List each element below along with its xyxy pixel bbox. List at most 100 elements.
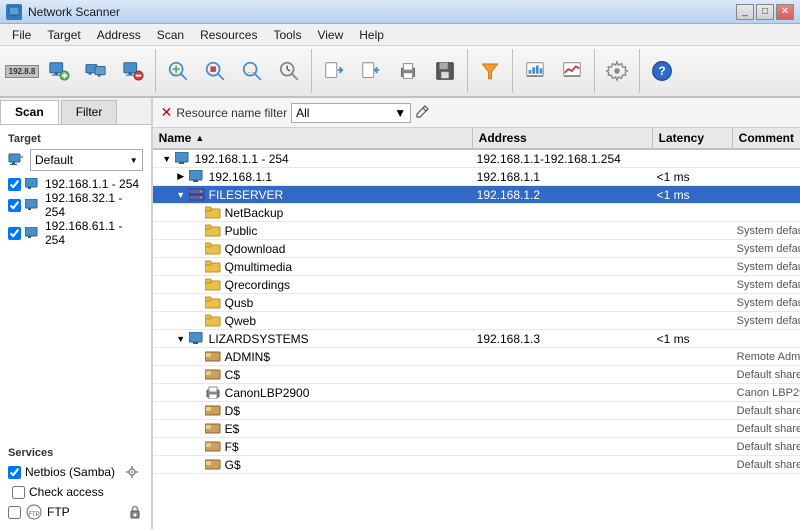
table-row[interactable]: D$ Default share — [153, 402, 800, 420]
ftp-checkbox[interactable] — [8, 506, 21, 519]
left-content: Target Default ▼ — [0, 125, 151, 529]
chart2-button[interactable] — [554, 52, 590, 90]
add-network-button[interactable] — [41, 52, 77, 90]
scan-schedule-button[interactable] — [271, 52, 307, 90]
svg-text:…: … — [247, 66, 254, 75]
tab-bar: Scan Filter — [0, 98, 151, 125]
menu-scan[interactable]: Scan — [149, 26, 192, 44]
table-row[interactable]: Qrecordings System default share — [153, 276, 800, 294]
table-row[interactable]: ▶ 192.168.1.1 192.168.1.1 <1 ms — [153, 168, 800, 186]
minimize-button[interactable]: _ — [736, 4, 754, 20]
table-row[interactable]: ▼ LIZARDSYSTEMS 192.168.1.3 <1 ms — [153, 330, 800, 348]
tree-table[interactable]: Name ▲ Address Latency Comment ▼ — [153, 128, 800, 529]
expand-icon[interactable]: ▼ — [175, 333, 187, 345]
row-comment-cell: System default share — [733, 312, 800, 329]
check-access-checkbox[interactable] — [12, 486, 25, 499]
row-name-cell: F$ — [153, 438, 473, 455]
chart1-button[interactable] — [517, 52, 553, 90]
tab-filter[interactable]: Filter — [61, 100, 118, 124]
th-name[interactable]: Name ▲ — [153, 128, 473, 148]
tab-scan[interactable]: Scan — [0, 100, 59, 124]
table-row[interactable]: E$ Default share — [153, 420, 800, 438]
help-button[interactable]: ? — [644, 52, 680, 90]
export-button[interactable] — [316, 52, 352, 90]
spacer — [8, 255, 143, 431]
toolbar-group-filter — [472, 49, 513, 93]
menu-tools[interactable]: Tools — [265, 26, 309, 44]
expand-icon[interactable]: ▶ — [175, 171, 187, 183]
table-row[interactable]: Qweb System default share — [153, 312, 800, 330]
expand-icon[interactable]: ▼ — [161, 153, 173, 165]
remove-network-button[interactable] — [115, 52, 151, 90]
range-item-2[interactable]: 192.168.61.1 - 254 — [8, 219, 143, 247]
th-address[interactable]: Address — [473, 128, 653, 148]
table-row[interactable]: NetBackup — [153, 204, 800, 222]
menu-help[interactable]: Help — [351, 26, 392, 44]
close-button[interactable]: ✕ — [776, 4, 794, 20]
table-row[interactable]: Qmultimedia System default share — [153, 258, 800, 276]
row-name-cell: Qusb — [153, 294, 473, 311]
window-controls[interactable]: _ □ ✕ — [736, 4, 794, 20]
filter-button[interactable] — [472, 52, 508, 90]
settings-button[interactable] — [599, 52, 635, 90]
netbios-settings-icon[interactable] — [123, 463, 141, 481]
expand-icon[interactable]: ▼ — [175, 189, 187, 201]
target-dropdown[interactable]: Default ▼ — [30, 149, 143, 171]
menu-resources[interactable]: Resources — [192, 26, 265, 44]
row-icon-share — [205, 422, 221, 436]
table-row[interactable]: F$ Default share — [153, 438, 800, 456]
scan-stop-button[interactable] — [197, 52, 233, 90]
menu-address[interactable]: Address — [89, 26, 149, 44]
range-checkbox-2[interactable] — [8, 227, 21, 240]
ip-address-button[interactable]: 192.8.8 — [4, 52, 40, 90]
row-comment-cell — [733, 168, 800, 185]
scan-options-button[interactable]: … — [234, 52, 270, 90]
print-button[interactable] — [390, 52, 426, 90]
table-row[interactable]: ADMIN$ Remote Admin — [153, 348, 800, 366]
row-name-cell: CanonLBP2900 — [153, 384, 473, 401]
settings-icon — [605, 59, 629, 83]
table-row[interactable]: ▼ FILESERVER 192.168.1.2 <1 ms — [153, 186, 800, 204]
table-row[interactable]: Qdownload System default share — [153, 240, 800, 258]
table-row[interactable]: C$ Default share — [153, 366, 800, 384]
th-latency[interactable]: Latency — [653, 128, 733, 148]
table-row[interactable]: ▼ 192.168.1.1 - 254 192.168.1.1-192.168.… — [153, 150, 800, 168]
range-item-0[interactable]: 192.168.1.1 - 254 — [8, 177, 143, 191]
range-item-1[interactable]: 192.168.32.1 - 254 — [8, 191, 143, 219]
menu-target[interactable]: Target — [39, 26, 88, 44]
monitors-button[interactable] — [78, 52, 114, 90]
menu-view[interactable]: View — [309, 26, 351, 44]
table-row[interactable]: Qusb System default share — [153, 294, 800, 312]
toolbar-group-network: 192.8.8 — [4, 49, 156, 93]
table-row[interactable]: CanonLBP2900 Canon LBP2900 — [153, 384, 800, 402]
range-checkbox-0[interactable] — [8, 178, 21, 191]
toolbar: 192.8.8 — [0, 46, 800, 98]
row-latency-cell: <1 ms — [653, 330, 733, 347]
row-name-cell: Qdownload — [153, 240, 473, 257]
save-button[interactable] — [427, 52, 463, 90]
maximize-button[interactable]: □ — [756, 4, 774, 20]
table-row[interactable]: G$ Default share — [153, 456, 800, 474]
row-comment-cell: Default share — [733, 438, 800, 455]
range-icon-2 — [25, 226, 41, 240]
monitors-icon — [84, 59, 108, 83]
th-comment[interactable]: Comment — [733, 128, 800, 148]
scan-start-button[interactable] — [160, 52, 196, 90]
table-row[interactable]: Public System default share — [153, 222, 800, 240]
row-name-cell: C$ — [153, 366, 473, 383]
toolbar-group-settings — [599, 49, 640, 93]
filter-dropdown[interactable]: All ▼ — [291, 103, 411, 123]
row-icon-folder — [205, 260, 221, 274]
range-checkbox-1[interactable] — [8, 199, 21, 212]
import-button[interactable] — [353, 52, 389, 90]
row-comment-cell: Remote Admin — [733, 348, 800, 365]
row-latency-cell — [653, 150, 733, 167]
row-comment-cell: Default share — [733, 402, 800, 419]
menu-file[interactable]: File — [4, 26, 39, 44]
row-latency-cell — [653, 204, 733, 221]
netbios-checkbox[interactable] — [8, 466, 21, 479]
row-comment-cell: Default share — [733, 456, 800, 473]
filter-clear-button[interactable]: ✕ — [161, 104, 173, 121]
row-icon-printer — [205, 386, 221, 400]
filter-edit-icon[interactable] — [415, 103, 431, 122]
